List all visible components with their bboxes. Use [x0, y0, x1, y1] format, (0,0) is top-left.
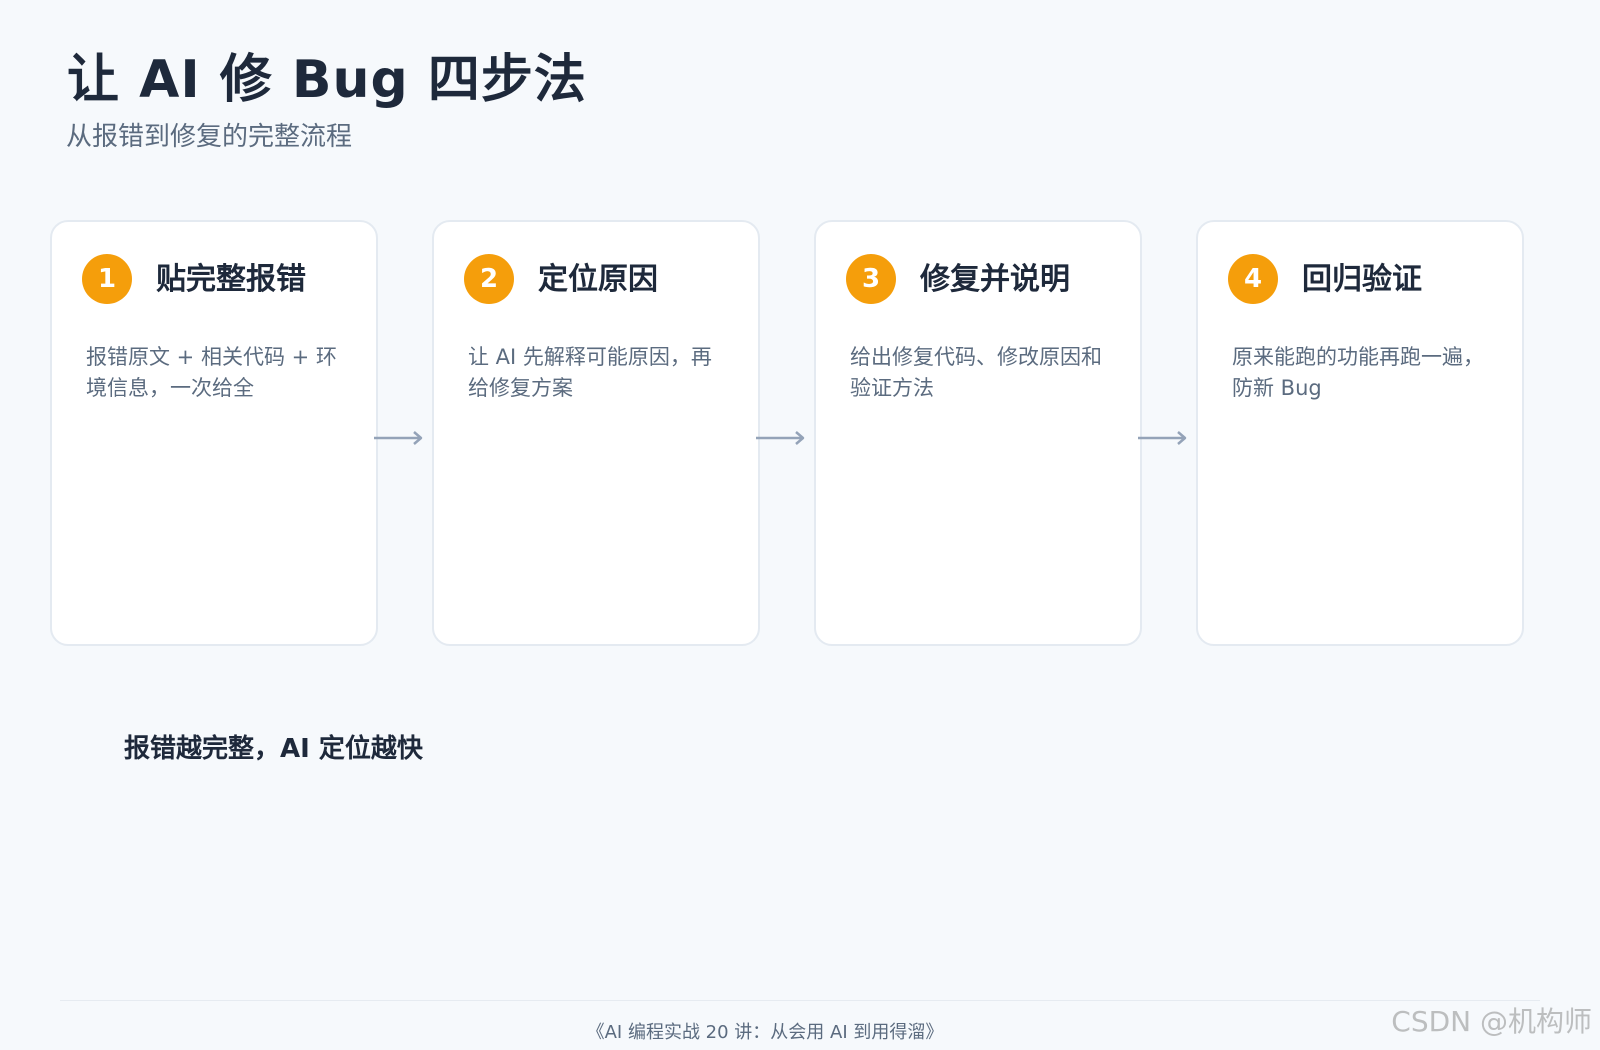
step-description: 给出修复代码、修改原因和验证方法 [850, 345, 1102, 400]
arrow-right-icon [374, 431, 423, 445]
step-number-badge: 3 [846, 254, 896, 304]
step-number-badge: 1 [82, 254, 132, 304]
footer-text: 《AI 编程实战 20 讲：从会用 AI 到用得溜》 [586, 1022, 944, 1043]
steps-flow: 1 贴完整报错 报错原文 + 相关代码 + 环境信息，一次给全 2 定位原因 让… [50, 220, 1550, 650]
step-card-1: 1 贴完整报错 报错原文 + 相关代码 + 环境信息，一次给全 [50, 220, 378, 646]
watermark: CSDN @机构师 [1391, 1005, 1592, 1038]
page-subtitle: 从报错到修复的完整流程 [66, 122, 353, 152]
footer-divider [60, 1000, 1540, 1001]
step-description: 让 AI 先解释可能原因，再给修复方案 [468, 345, 712, 400]
step-description: 原来能跑的功能再跑一遍，防新 Bug [1232, 345, 1484, 400]
step-title: 回归验证 [1302, 262, 1422, 297]
step-title: 贴完整报错 [156, 262, 306, 297]
arrow-right-icon [1138, 431, 1187, 445]
arrow-right-icon [756, 431, 805, 445]
step-card-3: 3 修复并说明 给出修复代码、修改原因和验证方法 [814, 220, 1142, 646]
step-title: 定位原因 [538, 262, 658, 297]
page-title: 让 AI 修 Bug 四步法 [67, 50, 587, 110]
step-card-4: 4 回归验证 原来能跑的功能再跑一遍，防新 Bug [1196, 220, 1524, 646]
step-card-2: 2 定位原因 让 AI 先解释可能原因，再给修复方案 [432, 220, 760, 646]
step-number-badge: 4 [1228, 254, 1278, 304]
step-title: 修复并说明 [920, 262, 1070, 297]
step-number-badge: 2 [464, 254, 514, 304]
tagline: 报错越完整，AI 定位越快 [124, 734, 423, 764]
step-description: 报错原文 + 相关代码 + 环境信息，一次给全 [86, 345, 337, 400]
